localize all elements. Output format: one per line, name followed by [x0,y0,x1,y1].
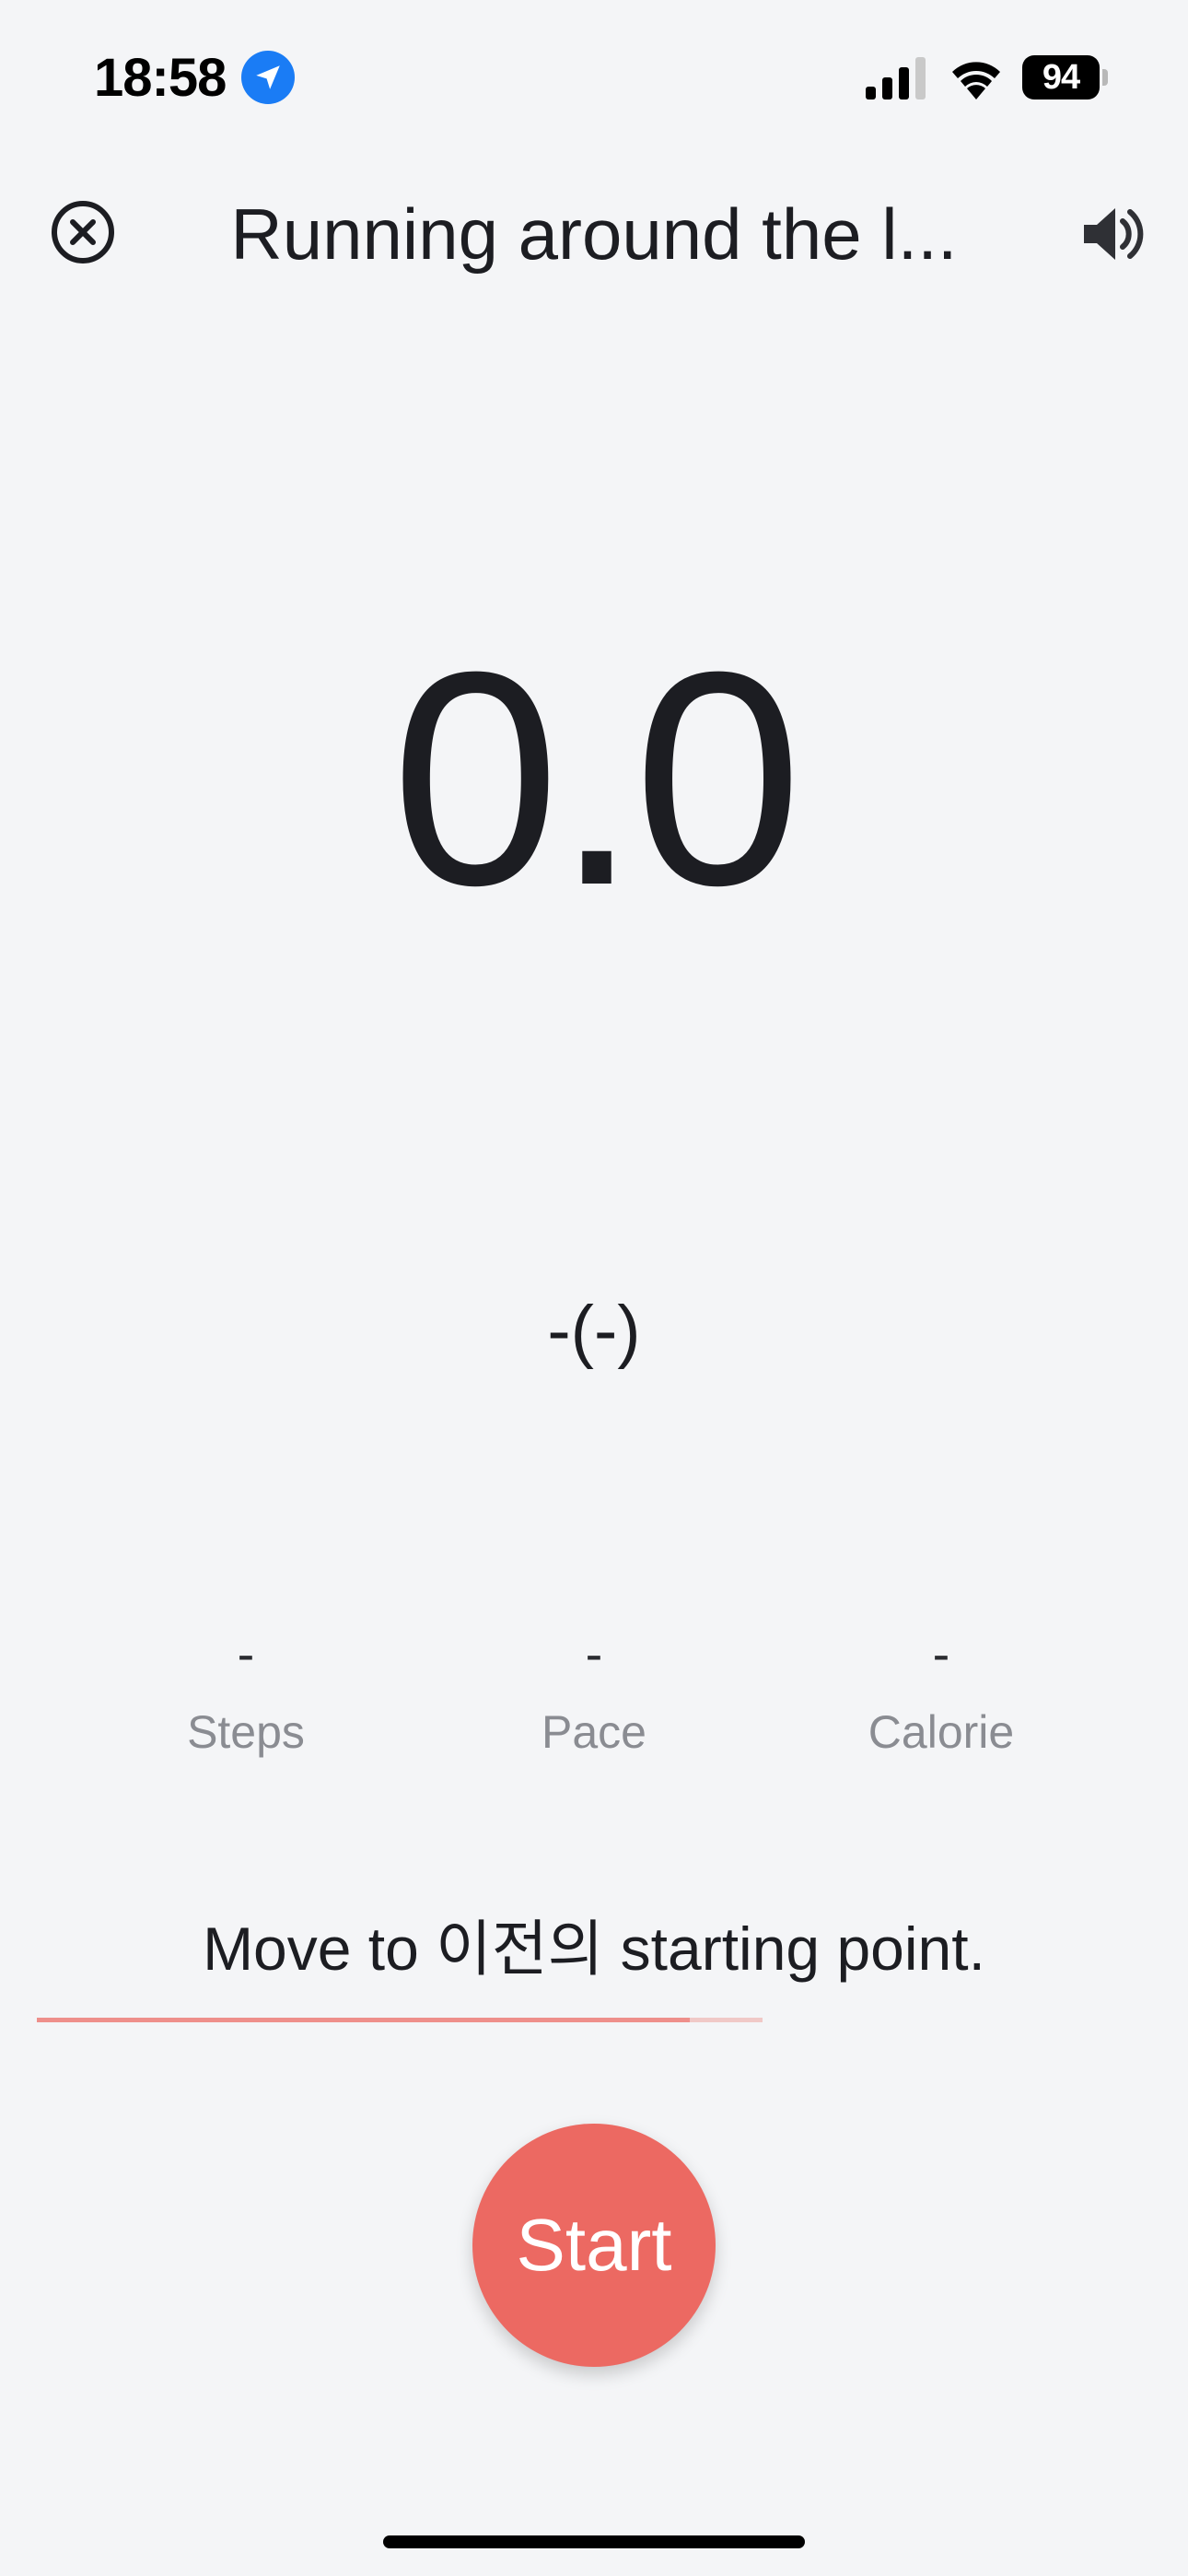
stats-row: - Steps - Pace - Calorie [0,1622,1188,1787]
steps-value: - [237,1624,255,1682]
page-title: Running around the l... [230,193,958,275]
distance-value: 0.0 [390,608,803,948]
stat-pace: - Pace [456,1622,732,1760]
guide-message: Move to 이전의 starting point. [0,1907,1188,2022]
status-time: 18:58 [94,48,227,108]
location-arrow-icon [241,51,295,104]
header: Running around the l... [0,175,1188,286]
home-indicator[interactable] [383,2535,805,2548]
pace-label: Pace [542,1706,646,1758]
battery-nub [1102,69,1108,86]
cellular-signal-icon [866,57,926,100]
wifi-icon [952,62,1000,100]
stat-steps: - Steps [108,1622,384,1760]
speaker-icon [1084,208,1144,260]
calorie-label: Calorie [868,1706,1015,1758]
time-value: -(-) [547,1292,641,1370]
guide-text: Move to 이전의 starting point. [203,1914,985,1983]
start-button[interactable]: Start [472,2124,716,2367]
status-bar: 18:58 94 [0,0,1188,157]
running-screen: 18:58 94 Running around the l... 0.0 -(-… [0,0,1188,2576]
close-circle-icon [52,201,114,263]
steps-label: Steps [187,1706,305,1758]
pace-value: - [585,1624,603,1682]
battery-level: 94 [1022,55,1100,100]
calorie-value: - [932,1624,950,1682]
guide-progress-fill [37,2018,691,2022]
battery-icon: 94 [1022,55,1108,100]
guide-progress-bar [37,2018,763,2022]
sound-button[interactable] [1077,199,1147,269]
close-button[interactable] [50,199,116,265]
stat-calorie: - Calorie [803,1622,1079,1760]
